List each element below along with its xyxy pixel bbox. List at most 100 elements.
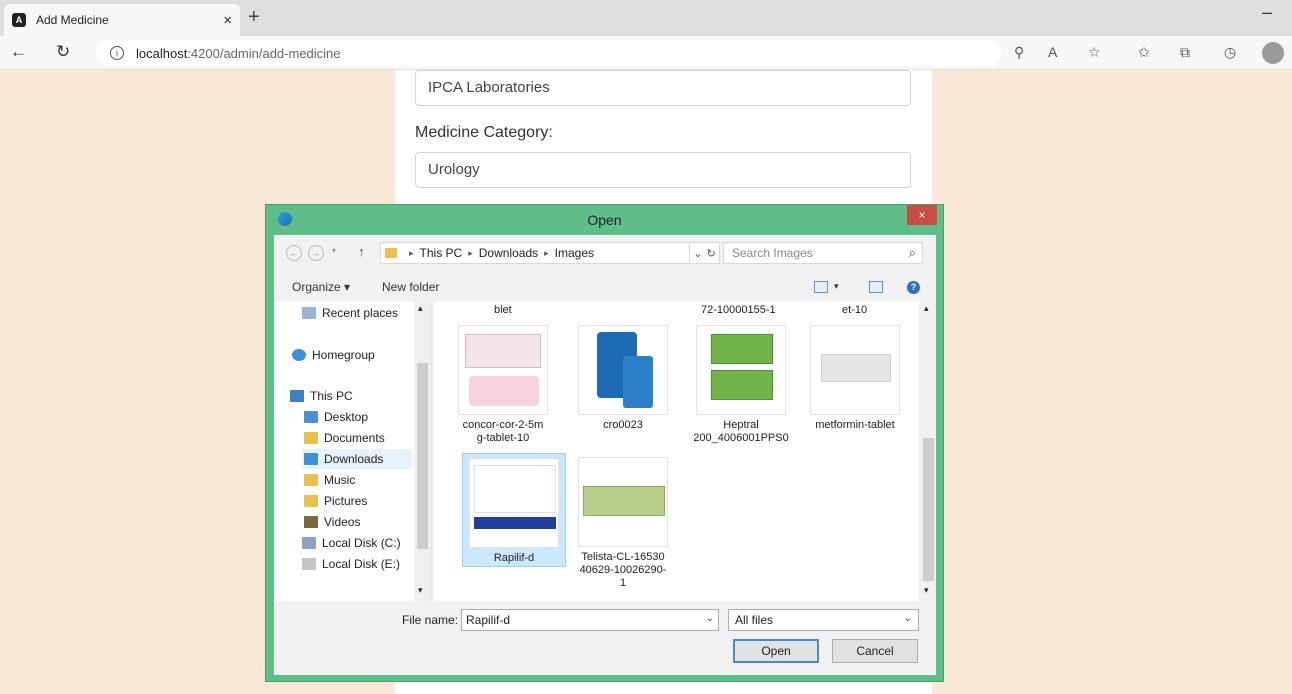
reload-icon[interactable]: ↻ [56,42,70,62]
new-folder-button[interactable]: New folder [382,280,439,294]
dialog-title: Open [587,212,622,228]
scroll-down-icon[interactable]: ▾ [924,585,929,596]
file-thumbnail [810,325,900,415]
file-item-heptral[interactable]: Heptral 200_4006001PPS0 [689,325,793,445]
path-row: ← → ▾ ↑ ▸ This PC ▸ Downloads ▸ Images ⌄… [274,235,936,271]
partial-file-label[interactable]: et-10 [842,304,867,316]
cancel-button[interactable]: Cancel [832,639,918,663]
scroll-up-icon[interactable]: ▴ [418,303,423,314]
file-name-row: File name: Rapilif-d ⌄ All files ⌄ [274,607,936,633]
back-arrow-icon[interactable]: ← [10,42,27,62]
nav-pictures[interactable]: Pictures [304,491,367,511]
file-item-cro0023[interactable]: cro0023 [571,325,675,432]
refresh-icon[interactable]: ↻ [707,247,716,260]
partial-file-label[interactable]: 72-10000155-1 [701,304,776,316]
site-info-icon[interactable]: i [110,46,124,60]
file-grid: blet 72-10000155-1 et-10 concor-cor-2-5m… [434,301,919,601]
new-tab-icon[interactable]: + [248,6,260,29]
file-thumbnail [696,325,786,415]
partial-file-label[interactable]: blet [494,304,512,316]
recent-locations-icon[interactable]: ▾ [332,246,336,255]
refresh-control[interactable]: ⌄ ↻ [690,242,720,264]
nav-recent-places[interactable]: Recent places [302,303,398,323]
url-path: :4200/admin/add-medicine [187,45,341,61]
breadcrumb[interactable]: ▸ This PC ▸ Downloads ▸ Images [380,242,690,264]
manufacturer-field[interactable]: IPCA Laboratories [415,70,911,106]
forward-icon[interactable]: → [308,245,324,261]
navigation-pane: Recent places Homegroup This PC Desktop … [274,301,432,601]
breadcrumb-images[interactable]: Images [555,246,594,260]
drive-icon [302,537,316,549]
desktop-folder-icon [304,411,318,423]
nav-pane-scrollbar[interactable]: ▴ ▾ [414,301,431,601]
add-favorite-icon[interactable]: ☆ [1088,44,1101,61]
back-icon[interactable]: ← [286,245,302,261]
dialog-close-button[interactable]: × [907,205,937,225]
nav-videos[interactable]: Videos [304,512,360,532]
file-item-telista[interactable]: Telista-CL-16530 40629-10026290- 1 [571,457,675,590]
minimize-window-icon[interactable]: – [1262,2,1272,23]
history-icon[interactable]: ◷ [1224,44,1236,61]
file-name-input[interactable]: Rapilif-d ⌄ [461,609,719,631]
file-item-concor[interactable]: concor-cor-2-5m g-tablet-10 [451,325,555,445]
profile-avatar[interactable] [1262,42,1284,64]
url-host: localhost [136,45,188,61]
tab-title: Add Medicine [36,13,109,27]
file-thumbnail [469,458,559,548]
scrollbar-thumb[interactable] [923,438,934,581]
category-label: Medicine Category: [415,124,553,141]
search-input[interactable]: Search Images ⌕ [723,242,923,264]
category-field[interactable]: Urology [415,152,911,188]
breadcrumb-this-pc[interactable]: This PC [420,246,463,260]
recent-places-icon [302,307,316,319]
music-folder-icon [304,474,318,486]
scroll-up-icon[interactable]: ▴ [924,303,929,314]
view-options-chevron-icon[interactable]: ▾ [834,281,839,292]
browser-tab[interactable]: A Add Medicine × [4,4,240,36]
search-icon[interactable]: ⌕ [909,245,916,261]
nav-downloads[interactable]: Downloads [302,449,412,469]
nav-homegroup[interactable]: Homegroup [292,345,375,365]
chevron-down-icon[interactable]: ⌄ [706,613,714,624]
key-icon[interactable]: ⚲ [1014,44,1024,61]
tab-close-icon[interactable]: × [223,12,232,29]
dialog-body: ← → ▾ ↑ ▸ This PC ▸ Downloads ▸ Images ⌄… [274,235,936,675]
file-thumbnail [578,325,668,415]
nav-music[interactable]: Music [304,470,355,490]
breadcrumb-downloads[interactable]: Downloads [479,246,538,260]
open-file-dialog: Open × ← → ▾ ↑ ▸ This PC ▸ Downloads ▸ I… [265,204,944,682]
address-toolbar: ← ↻ i localhost:4200/admin/add-medicine … [0,36,1292,70]
dialog-toolbar: Organize ▾ New folder ▾ ? [274,273,936,301]
collections-icon[interactable]: ⧉ [1180,44,1190,61]
file-item-rapilif-d[interactable]: Rapilif-d [462,453,566,567]
file-thumbnail [578,457,668,547]
read-aloud-icon[interactable]: A [1048,44,1057,60]
file-type-select[interactable]: All files ⌄ [728,609,919,631]
open-button[interactable]: Open [733,639,819,663]
nav-documents[interactable]: Documents [304,428,385,448]
folder-icon [385,248,397,258]
chevron-down-icon[interactable]: ⌄ [904,613,912,624]
nav-this-pc[interactable]: This PC [290,386,353,406]
videos-folder-icon [304,516,318,528]
organize-button[interactable]: Organize ▾ [292,280,350,294]
computer-icon [290,390,304,402]
file-grid-scrollbar[interactable]: ▴ ▾ [920,301,936,601]
chevron-down-icon[interactable]: ⌄ [693,247,702,260]
nav-local-disk-c[interactable]: Local Disk (C:) [302,533,401,553]
pictures-folder-icon [304,495,318,507]
nav-local-disk-e[interactable]: Local Disk (E:) [302,554,400,574]
scrollbar-thumb[interactable] [417,363,428,549]
file-item-metformin[interactable]: metformin-tablet [803,325,907,432]
preview-pane-icon[interactable] [869,281,883,293]
help-icon[interactable]: ? [907,281,920,294]
change-view-icon[interactable] [814,281,828,293]
file-thumbnail [458,325,548,415]
browser-tab-bar: A Add Medicine × + – [0,0,1292,36]
search-placeholder: Search Images [732,246,813,260]
address-bar[interactable]: i localhost:4200/admin/add-medicine [96,40,1001,66]
nav-desktop[interactable]: Desktop [304,407,368,427]
up-arrow-icon[interactable]: ↑ [358,244,365,259]
favorites-icon[interactable]: ✩ [1138,44,1150,61]
scroll-down-icon[interactable]: ▾ [418,585,423,596]
